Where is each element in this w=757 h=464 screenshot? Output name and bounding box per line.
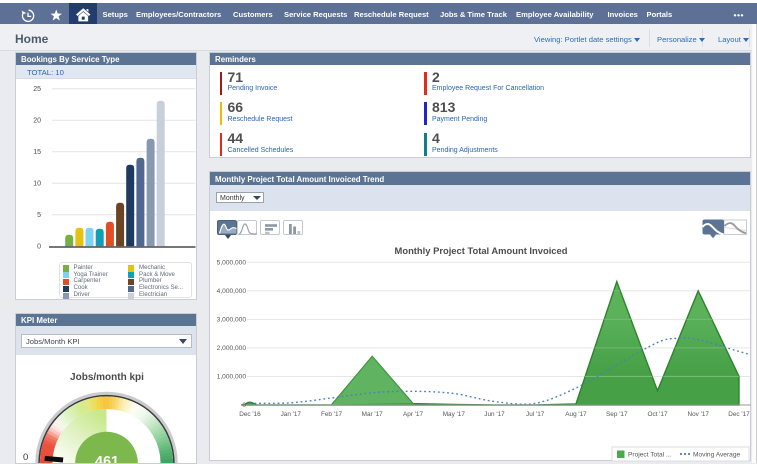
svg-text:May '17: May '17 <box>443 411 466 418</box>
svg-text:4,000,000: 4,000,000 <box>217 288 247 295</box>
svg-text:0: 0 <box>23 452 28 463</box>
svg-text:2,000,000: 2,000,000 <box>217 345 247 352</box>
svg-text:0: 0 <box>242 402 246 409</box>
svg-text:Jan '17: Jan '17 <box>281 411 302 418</box>
svg-text:20: 20 <box>33 117 41 124</box>
svg-text:Jul '17: Jul '17 <box>526 411 545 418</box>
svg-text:461: 461 <box>95 454 119 463</box>
svg-text:Moving Average: Moving Average <box>693 452 740 459</box>
svg-text:Apr '17: Apr '17 <box>403 411 423 418</box>
svg-text:5: 5 <box>37 212 41 219</box>
svg-text:15: 15 <box>33 149 41 156</box>
svg-text:25: 25 <box>33 86 41 93</box>
svg-text:Jun '17: Jun '17 <box>484 411 505 418</box>
svg-text:Aug '17: Aug '17 <box>565 411 587 418</box>
svg-text:Oct '17: Oct '17 <box>647 411 667 418</box>
svg-text:10: 10 <box>33 180 41 187</box>
svg-text:Dec '17: Dec '17 <box>728 411 750 418</box>
svg-text:Feb '17: Feb '17 <box>321 411 343 418</box>
svg-text:1,000,000: 1,000,000 <box>217 374 247 381</box>
svg-text:Project Total ...: Project Total ... <box>628 452 672 459</box>
svg-text:Mar '17: Mar '17 <box>362 411 384 418</box>
svg-text:Dec '16: Dec '16 <box>239 411 261 418</box>
svg-text:5,000,000: 5,000,000 <box>217 259 247 266</box>
svg-text:3,000,000: 3,000,000 <box>217 317 247 324</box>
svg-text:Sep '17: Sep '17 <box>606 411 628 418</box>
svg-text:0: 0 <box>37 243 41 250</box>
svg-text:Nov '17: Nov '17 <box>687 411 709 418</box>
